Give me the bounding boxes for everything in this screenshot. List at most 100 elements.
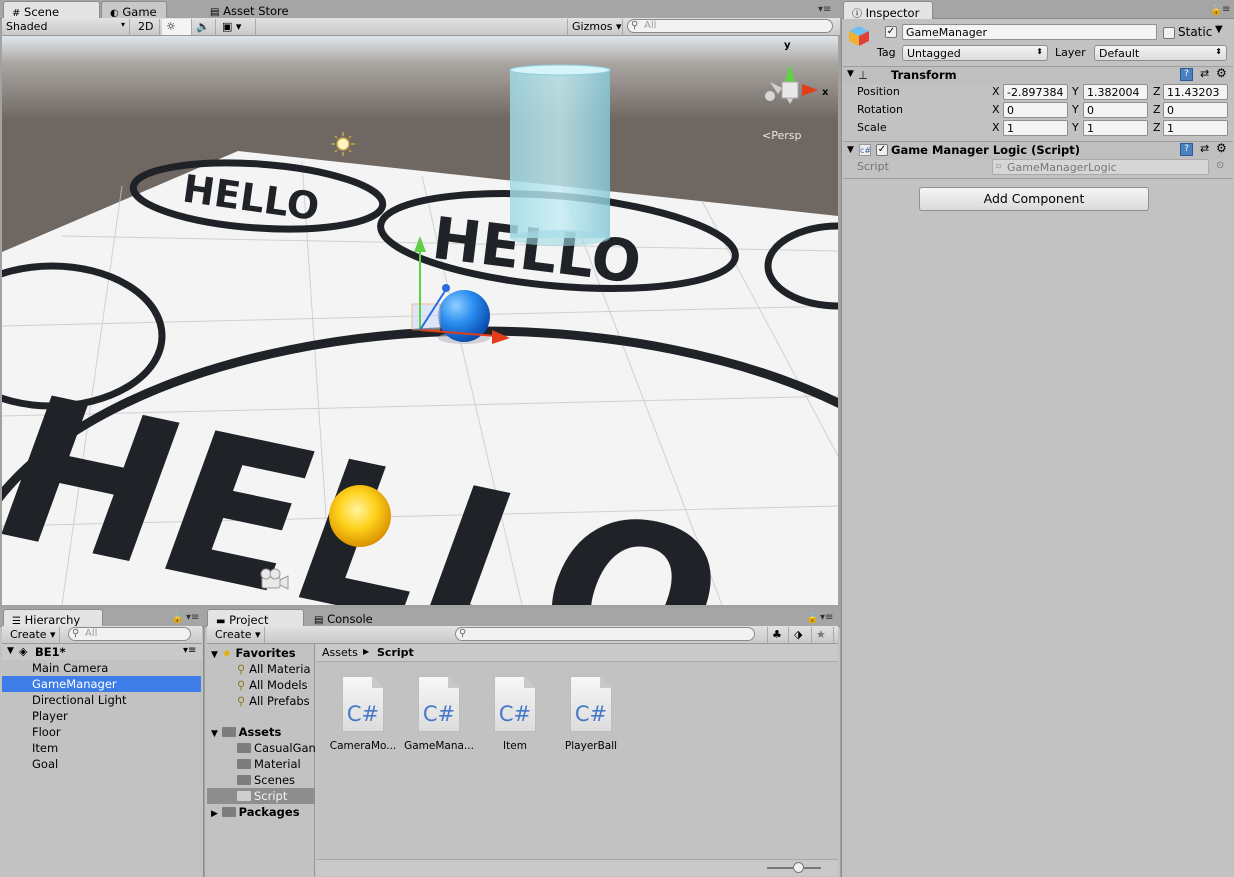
- effects-dropdown-icon[interactable]: ▣ ▾: [218, 19, 256, 35]
- tab-game[interactable]: ◐ Game: [101, 1, 167, 19]
- project-search-input[interactable]: ⚲: [455, 627, 755, 641]
- tab-project[interactable]: ▬ Project: [207, 609, 304, 627]
- script-object-field[interactable]: ▫ GameManagerLogic: [992, 159, 1209, 175]
- scale-z-field[interactable]: 1: [1163, 120, 1228, 136]
- tab-asset-store[interactable]: ▤ Asset Store: [202, 1, 302, 19]
- preset-icon[interactable]: ⇄: [1200, 142, 1209, 155]
- position-z-field[interactable]: 11.43203: [1163, 84, 1228, 100]
- hierarchy-item-item[interactable]: Item: [2, 740, 201, 756]
- packages-label: Packages: [238, 805, 300, 819]
- panel-menu-icon[interactable]: ≡: [1222, 4, 1230, 15]
- foldout-arrow-icon[interactable]: ▼: [847, 69, 854, 79]
- foldout-arrow-icon[interactable]: ▶: [211, 809, 218, 819]
- file-cameramovement[interactable]: C# CameraMo...: [323, 676, 403, 752]
- hierarchy-item-floor[interactable]: Floor: [2, 724, 201, 740]
- tag-dropdown[interactable]: Untagged ⬍: [902, 45, 1048, 61]
- lighting-toggle-icon[interactable]: ☼: [162, 19, 192, 35]
- panel-menu-icon[interactable]: ▾≡: [818, 4, 831, 15]
- rotation-z-field[interactable]: 0: [1163, 102, 1228, 118]
- gameobject-cube-icon: [847, 24, 871, 48]
- scene-viewport[interactable]: HELLO HELLO HELLO y x <Persp: [2, 36, 838, 605]
- packages-folder[interactable]: ▶ Packages: [211, 804, 300, 820]
- breadcrumb-assets[interactable]: Assets: [322, 646, 358, 659]
- help-icon[interactable]: ?: [1180, 68, 1193, 81]
- active-checkbox[interactable]: ✓: [885, 26, 897, 38]
- rotation-y-field[interactable]: 0: [1083, 102, 1148, 118]
- favorites-header[interactable]: ▼ ★ Favorites: [211, 645, 296, 661]
- gizmos-dropdown[interactable]: Gizmos ▾: [567, 19, 623, 35]
- audio-toggle-icon[interactable]: 🔉: [192, 19, 216, 35]
- tab-label: Game: [122, 5, 157, 19]
- position-x-field[interactable]: -2.897384: [1003, 84, 1068, 100]
- favorite-star-icon[interactable]: ★: [812, 627, 834, 643]
- scene-menu-icon[interactable]: ▾≡: [183, 645, 196, 656]
- hierarchy-item-gamemanager[interactable]: GameManager: [2, 676, 201, 692]
- filter-by-type-icon[interactable]: ♣: [767, 627, 789, 643]
- scale-y-field[interactable]: 1: [1083, 120, 1148, 136]
- hierarchy-create-button[interactable]: Create ▾: [6, 627, 60, 643]
- script-label: Script: [857, 160, 889, 173]
- tab-hierarchy[interactable]: ☰ Hierarchy: [3, 609, 103, 627]
- component-enabled-checkbox[interactable]: ✓: [876, 144, 888, 156]
- tab-inspector[interactable]: ⓘ Inspector: [843, 1, 933, 20]
- hierarchy-item-player[interactable]: Player: [2, 708, 201, 724]
- toggle-2d-button[interactable]: 2D: [134, 19, 160, 35]
- panel-menu-icon[interactable]: ▾≡: [186, 612, 199, 623]
- hierarchy-item-goal[interactable]: Goal: [2, 756, 201, 772]
- foldout-arrow-icon[interactable]: ▼: [847, 145, 854, 155]
- shading-mode-dropdown[interactable]: Shaded ▾: [2, 19, 130, 35]
- lock-icon[interactable]: 🔒: [1210, 5, 1222, 16]
- file-playerball[interactable]: C# PlayerBall: [551, 676, 631, 752]
- folder-script[interactable]: Script: [237, 788, 287, 804]
- folder-scenes[interactable]: Scenes: [237, 772, 295, 788]
- tab-label: Console: [327, 612, 373, 626]
- layer-label: Layer: [1055, 46, 1086, 59]
- project-create-button[interactable]: Create ▾: [211, 627, 265, 643]
- favorite-all-prefabs[interactable]: ⚲ All Prefabs: [237, 693, 310, 709]
- lock-icon[interactable]: 🔒: [171, 613, 183, 624]
- projection-toggle[interactable]: <Persp: [762, 129, 801, 142]
- foldout-arrow-icon[interactable]: ▼: [211, 729, 218, 739]
- foldout-arrow-icon[interactable]: ▼: [7, 646, 14, 656]
- object-picker-icon[interactable]: ⊙: [1216, 160, 1224, 171]
- hierarchy-item-directional-light[interactable]: Directional Light: [2, 692, 201, 708]
- folder-casualgame[interactable]: CasualGan: [237, 740, 315, 756]
- tab-scene[interactable]: # Scene: [3, 1, 100, 19]
- gear-icon[interactable]: ⚙: [1216, 141, 1227, 155]
- x-label: X: [992, 85, 1000, 98]
- rotation-x-field[interactable]: 0: [1003, 102, 1068, 118]
- folder-material[interactable]: Material: [237, 756, 301, 772]
- position-y-field[interactable]: 1.382004: [1083, 84, 1148, 100]
- lock-icon[interactable]: 🔒: [806, 613, 818, 624]
- assets-folder[interactable]: ▼ Assets: [211, 724, 281, 740]
- folder-icon: [237, 791, 251, 801]
- layer-dropdown[interactable]: Default ⬍: [1094, 45, 1227, 61]
- filter-by-label-icon[interactable]: ⬗: [790, 627, 812, 643]
- scene-root-row[interactable]: ▼ ◈ BE1* ▾≡: [2, 644, 202, 660]
- preset-icon[interactable]: ⇄: [1200, 67, 1209, 80]
- static-checkbox[interactable]: [1163, 27, 1175, 39]
- panel-menu-icon[interactable]: ▾≡: [820, 612, 833, 623]
- console-icon: ▤: [314, 615, 324, 626]
- object-name-field[interactable]: GameManager: [902, 24, 1157, 40]
- add-component-button[interactable]: Add Component: [919, 187, 1149, 211]
- scene-search-input[interactable]: ⚲ All: [627, 19, 833, 33]
- favorite-all-models[interactable]: ⚲ All Models: [237, 677, 308, 693]
- icon-size-slider-thumb[interactable]: [793, 862, 804, 873]
- orientation-gizmo[interactable]: y x: [758, 40, 836, 122]
- file-item[interactable]: C# Item: [475, 676, 555, 752]
- static-dropdown-arrow-icon[interactable]: ▼: [1215, 24, 1223, 35]
- tab-console[interactable]: ▤ Console: [306, 609, 386, 627]
- breadcrumb-script[interactable]: Script: [377, 646, 414, 659]
- file-glyph: C#: [574, 702, 608, 726]
- foldout-arrow-icon[interactable]: ▼: [211, 650, 218, 660]
- hierarchy-search-input[interactable]: ⚲ All: [68, 627, 191, 641]
- file-gamemanagerlogic[interactable]: C# GameMana...: [399, 676, 479, 752]
- help-icon[interactable]: ?: [1180, 143, 1193, 156]
- folder-icon: [237, 743, 251, 753]
- favorite-all-materials[interactable]: ⚲ All Materia: [237, 661, 311, 677]
- hierarchy-item-main-camera[interactable]: Main Camera: [2, 660, 201, 676]
- persp-arrow-icon: <: [762, 129, 772, 142]
- scale-x-field[interactable]: 1: [1003, 120, 1068, 136]
- gear-icon[interactable]: ⚙: [1216, 66, 1227, 80]
